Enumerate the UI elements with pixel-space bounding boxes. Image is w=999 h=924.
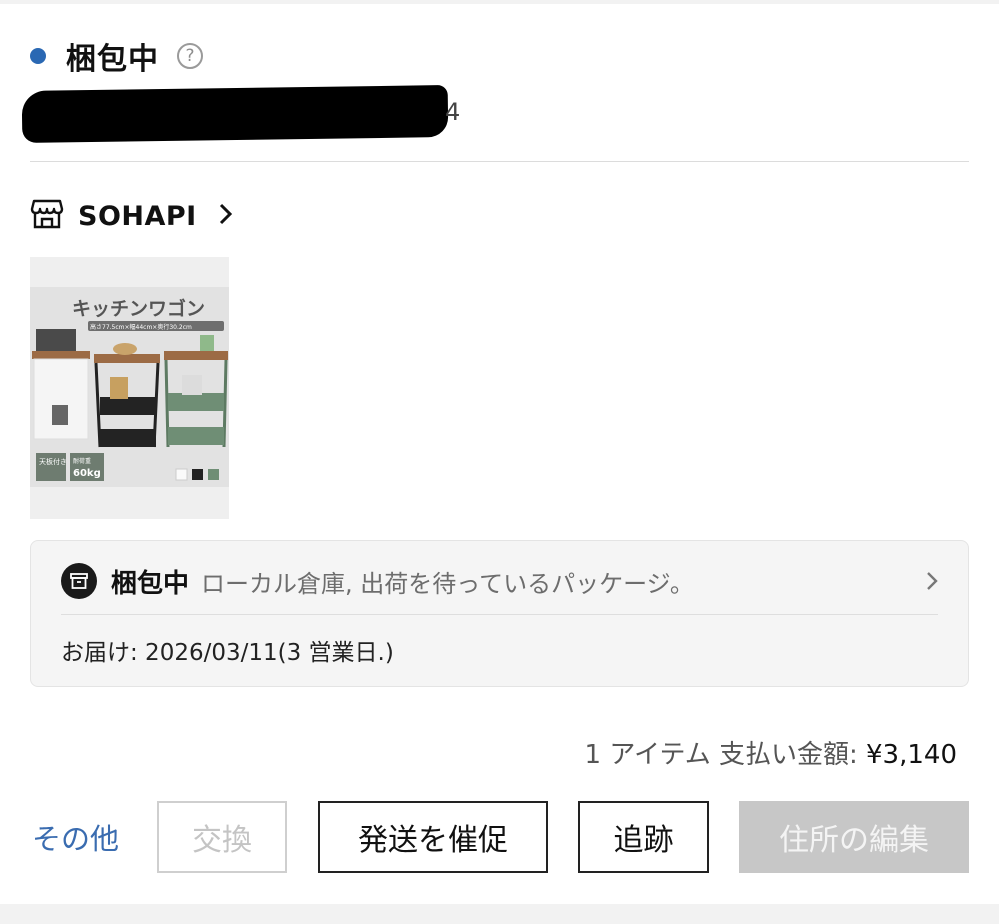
shipment-status-box[interactable]: 梱包中 ローカル倉庫, 出荷を待っているパッケージ。 お届け: 2026/03/… <box>30 540 969 687</box>
track-button[interactable]: 追跡 <box>578 801 709 873</box>
shipment-description: ローカル倉庫, 出荷を待っているパッケージ。 <box>201 569 694 598</box>
image-dims: 高さ77.5cm×幅44cm×奥行30.2cm <box>90 323 192 331</box>
order-card: 梱包中 ? 4 SOHAPI キッチンワゴン 高さ77.5cm×幅44cm×奥行… <box>0 4 999 904</box>
help-icon[interactable]: ? <box>177 43 203 69</box>
badge-top: 天板付き <box>39 457 67 466</box>
store-icon <box>30 199 64 233</box>
divider <box>30 161 969 162</box>
order-number-tail: 4 <box>445 98 461 126</box>
order-total: 1 アイテム 支払い金額: ¥3,140 <box>585 734 957 771</box>
chevron-right-icon <box>926 571 938 595</box>
order-status-header: 梱包中 ? <box>30 34 203 78</box>
shop-name: SOHAPI <box>78 200 197 232</box>
total-amount: ¥3,140 <box>866 740 957 770</box>
more-link[interactable]: その他 <box>32 816 119 858</box>
exchange-button[interactable]: 交換 <box>157 801 287 873</box>
urge-shipment-button[interactable]: 発送を催促 <box>318 801 548 873</box>
edit-address-button[interactable]: 住所の編集 <box>739 801 969 873</box>
image-title: キッチンワゴン <box>72 297 205 320</box>
shop-link[interactable]: SOHAPI <box>30 196 233 236</box>
shipment-status: 梱包中 <box>111 568 190 599</box>
redacted-order-number <box>21 85 449 143</box>
product-thumbnail[interactable]: キッチンワゴン 高さ77.5cm×幅44cm×奥行30.2cm 天板付き 耐荷重… <box>30 257 229 519</box>
badge-load-value: 60kg <box>73 468 101 479</box>
items-label: 1 アイテム 支払い金額: <box>584 740 858 770</box>
status-dot <box>30 48 46 64</box>
divider <box>61 614 938 615</box>
delivery-estimate: お届け: 2026/03/11(3 営業日.) <box>61 640 394 666</box>
order-status-title: 梱包中 <box>66 42 159 77</box>
badge-load-label: 耐荷重 <box>73 457 91 465</box>
package-icon <box>61 563 97 599</box>
chevron-right-icon <box>219 203 233 229</box>
